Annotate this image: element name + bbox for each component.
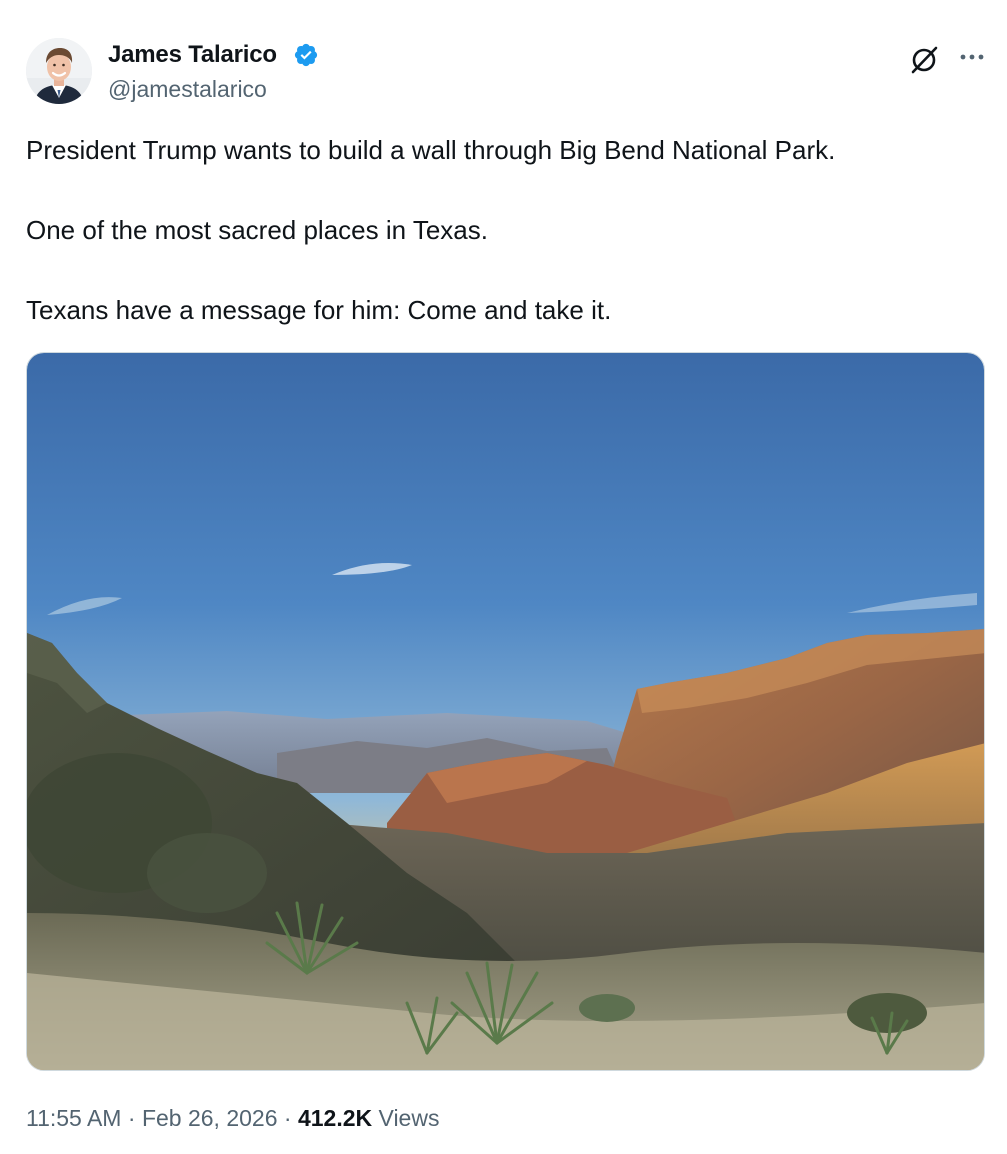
author-name[interactable]: James Talarico — [108, 40, 277, 70]
grok-icon[interactable] — [906, 42, 942, 78]
tweet-text-paragraph: Texans have a message for him: Come and … — [26, 295, 612, 325]
tweet-meta: 11:55 AM · Feb 26, 2026 · 412.2K Views — [26, 1102, 439, 1134]
tweet-photo[interactable] — [26, 352, 985, 1071]
tweet-text-paragraph: One of the most sacred places in Texas. — [26, 215, 488, 245]
verified-badge-icon — [294, 43, 318, 67]
landscape-photo — [27, 353, 984, 1070]
tweet-time[interactable]: 11:55 AM — [26, 1105, 121, 1131]
more-icon[interactable] — [957, 42, 987, 72]
avatar[interactable] — [26, 38, 92, 104]
author-handle[interactable]: @jamestalarico — [108, 75, 267, 103]
meta-separator: · — [127, 1105, 136, 1131]
avatar-image — [26, 38, 92, 104]
tweet-date[interactable]: Feb 26, 2026 — [142, 1105, 278, 1131]
views-count[interactable]: 412.2K — [298, 1105, 372, 1131]
tweet-text-paragraph: President Trump wants to build a wall th… — [26, 135, 836, 165]
meta-separator: · — [283, 1105, 292, 1131]
views-label[interactable]: Views — [379, 1105, 440, 1131]
